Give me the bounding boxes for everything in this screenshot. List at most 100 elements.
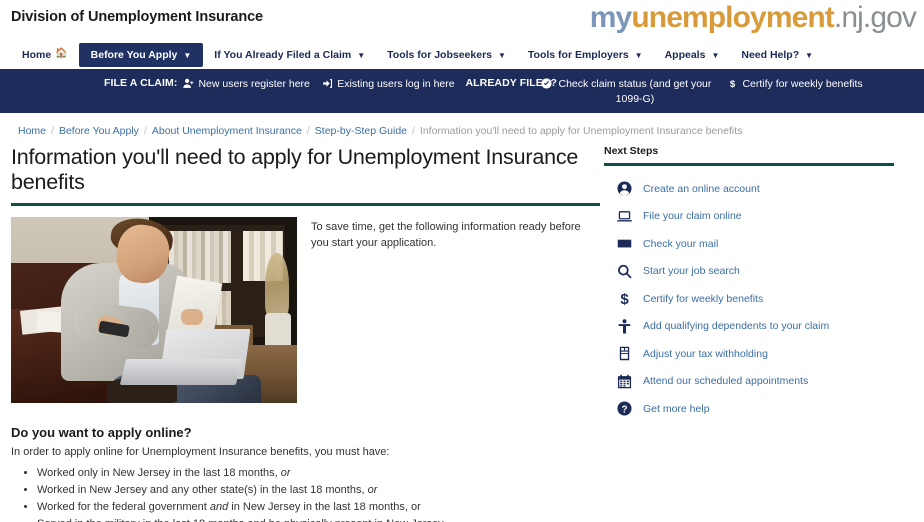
sidebar-item-create-an-online-account[interactable]: Create an online account <box>604 175 912 203</box>
existing-users-login-link[interactable]: Existing users log in here <box>322 76 455 94</box>
nav-label: Need Help? <box>741 48 800 61</box>
sidebar-item-attend-scheduled-appointments[interactable]: Attend our scheduled appointments <box>604 368 912 396</box>
requirement-emphasis: and <box>209 501 229 513</box>
sidebar-item-label: Get more help <box>643 402 710 415</box>
main-page-heading: Information you'll need to apply for Une… <box>11 145 600 206</box>
breadcrumb-current-page: Information you'll need to apply for Une… <box>419 125 743 137</box>
list-item: Worked only in New Jersey in the last 18… <box>37 465 600 481</box>
new-users-register-link[interactable]: New users register here <box>183 76 310 94</box>
certify-weekly-benefits-label: Certify for weekly benefits <box>742 78 863 90</box>
nav-item-before-you-apply[interactable]: Before You Apply ▼ <box>78 42 204 67</box>
check-claim-status-link[interactable]: Check claim status (and get your 1099-G) <box>541 76 713 107</box>
brand-logo[interactable]: myunemployment.nj.gov <box>590 1 917 35</box>
dollar-icon: $ <box>616 291 632 307</box>
intro-row: To save time, get the following informat… <box>11 217 600 403</box>
document-calculator-icon <box>616 346 632 362</box>
breadcrumb-item-step-by-step-guide[interactable]: Step-by-Step Guide <box>315 125 407 137</box>
logo-part-njgov: .nj.gov <box>833 1 917 34</box>
page-content: Information you'll need to apply for Une… <box>0 145 924 522</box>
requirement-text-after: in New Jersey in the last 18 months, or <box>228 501 421 513</box>
home-icon: 🏠 <box>55 48 68 59</box>
sidebar-item-label: Create an online account <box>643 182 760 195</box>
sidebar-item-label: File your claim online <box>643 210 742 223</box>
intro-paragraph: To save time, get the following informat… <box>311 221 581 249</box>
requirement-emphasis: or <box>367 484 378 496</box>
sidebar-item-check-your-mail[interactable]: Check your mail <box>604 230 912 258</box>
sidebar-item-label: Add qualifying dependents to your claim <box>643 320 830 333</box>
sidebar-item-label: Start your job search <box>643 265 740 278</box>
breadcrumb: Home / Before You Apply / About Unemploy… <box>0 113 924 137</box>
breadcrumb-separator: / <box>306 125 310 137</box>
file-a-claim-bar: FILE A CLAIM: New users register here Ex… <box>0 69 924 113</box>
section-subtext: In order to apply online for Unemploymen… <box>11 446 390 458</box>
chevron-down-icon: ▼ <box>498 50 506 60</box>
breadcrumb-item-home[interactable]: Home <box>18 125 46 137</box>
logo-part-unemployment: unemployment <box>631 1 834 34</box>
chevron-down-icon: ▼ <box>711 50 720 60</box>
nav-item-appeals[interactable]: Appeals ▼ <box>654 44 731 66</box>
sidebar-item-label: Certify for weekly benefits <box>643 292 764 305</box>
requirement-emphasis: or <box>280 467 291 479</box>
chevron-down-icon: ▼ <box>805 50 814 60</box>
svg-text:$: $ <box>620 291 629 306</box>
next-steps-title: Next Steps <box>604 145 894 166</box>
sidebar-item-get-more-help[interactable]: ? Get more help <box>604 395 912 423</box>
user-circle-icon <box>616 181 632 197</box>
sidebar-item-start-your-job-search[interactable]: Start your job search <box>604 258 912 286</box>
hero-photo <box>11 217 297 403</box>
search-icon <box>616 263 632 279</box>
main-navigation: Home 🏠 Before You Apply ▼ If You Already… <box>0 40 924 69</box>
sidebar-item-add-qualifying-dependents[interactable]: Add qualifying dependents to your claim <box>604 313 912 341</box>
requirement-text: Worked in New Jersey and any other state… <box>37 484 368 496</box>
chevron-down-icon: ▼ <box>634 50 643 60</box>
breadcrumb-item-about-unemployment-insurance[interactable]: About Unemployment Insurance <box>152 125 302 137</box>
sidebar-item-label: Attend our scheduled appointments <box>643 375 809 388</box>
nav-label: Appeals <box>664 48 706 61</box>
sidebar-item-adjust-your-tax-withholding[interactable]: Adjust your tax withholding <box>604 340 912 368</box>
main-column: Information you'll need to apply for Une… <box>0 145 600 522</box>
breadcrumb-item-before-you-apply[interactable]: Before You Apply <box>59 125 139 137</box>
laptop-icon <box>616 208 632 224</box>
nav-item-home[interactable]: Home 🏠 <box>11 44 79 66</box>
sidebar-item-file-your-claim-online[interactable]: File your claim online <box>604 203 912 231</box>
sidebar-item-certify-for-weekly-benefits[interactable]: $ Certify for weekly benefits <box>604 285 912 313</box>
nav-item-tools-for-employers[interactable]: Tools for Employers ▼ <box>517 44 654 66</box>
list-item: Worked for the federal government and in… <box>37 499 600 515</box>
envelope-icon <box>616 236 632 252</box>
calendar-icon <box>616 373 632 389</box>
requirement-text: Worked only in New Jersey in the last 18… <box>37 467 281 479</box>
list-item: Worked in New Jersey and any other state… <box>37 482 600 498</box>
requirement-text: Served in the military in the last 18 mo… <box>37 518 446 522</box>
person-icon <box>616 318 632 334</box>
existing-users-login-label: Existing users log in here <box>337 78 455 90</box>
next-steps-list: Create an online account File your claim… <box>604 175 912 423</box>
nav-item-if-you-already-filed-a-claim[interactable]: If You Already Filed a Claim ▼ <box>203 44 376 66</box>
nav-label: Tools for Employers <box>527 48 629 61</box>
nav-item-tools-for-jobseekers[interactable]: Tools for Jobseekers ▼ <box>376 44 517 66</box>
list-item: Served in the military in the last 18 mo… <box>37 516 600 522</box>
nav-label: Home <box>22 48 52 61</box>
requirements-list: Worked only in New Jersey in the last 18… <box>11 465 600 522</box>
breadcrumb-separator: / <box>412 125 415 137</box>
page-title: Division of Unemployment Insurance <box>11 9 264 25</box>
requirement-text: Worked for the federal government <box>37 501 210 513</box>
site-header: Division of Unemployment Insurance myune… <box>0 0 924 40</box>
next-steps-sidebar: Next Steps Create an online account File… <box>600 145 912 522</box>
sign-in-icon <box>322 78 333 94</box>
check-claim-status-label: Check claim status (and get your 1099-G) <box>558 78 712 105</box>
breadcrumb-separator: / <box>143 125 147 137</box>
certify-weekly-benefits-link[interactable]: $ Certify for weekly benefits <box>727 76 862 93</box>
nav-label: Before You Apply <box>90 48 178 61</box>
chevron-down-icon: ▼ <box>357 50 366 60</box>
sidebar-item-label: Check your mail <box>643 237 719 250</box>
nav-item-need-help[interactable]: Need Help? ▼ <box>730 44 824 66</box>
new-users-register-label: New users register here <box>198 78 310 90</box>
nav-label: If You Already Filed a Claim <box>214 48 352 61</box>
user-plus-icon <box>183 78 194 94</box>
breadcrumb-separator: / <box>51 125 54 137</box>
file-a-claim-label: FILE A CLAIM: <box>104 77 178 89</box>
svg-text:$: $ <box>730 79 736 89</box>
check-circle-icon <box>541 78 553 94</box>
question-circle-icon: ? <box>616 401 632 417</box>
dollar-icon: $ <box>727 78 738 94</box>
